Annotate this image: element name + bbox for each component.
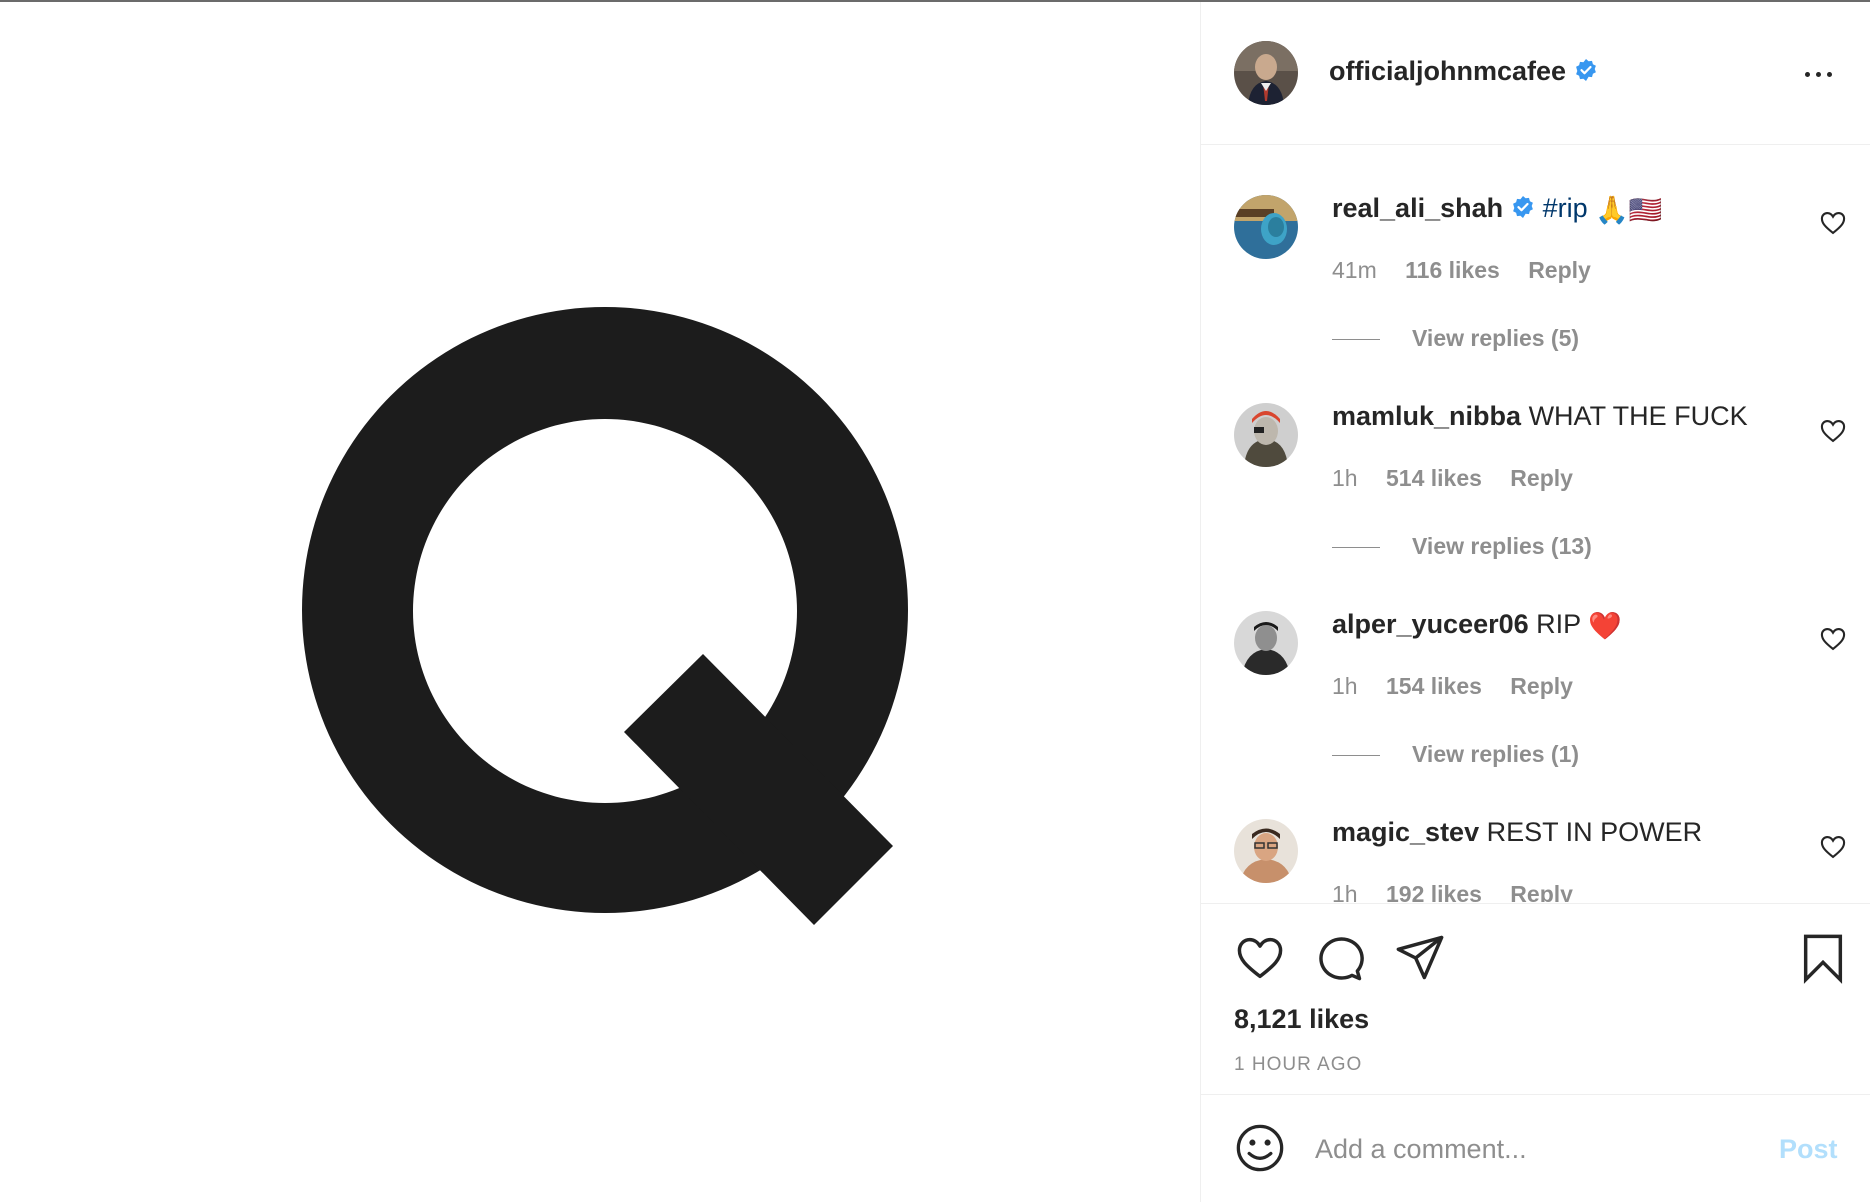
comment-likes[interactable]: 154 likes: [1386, 673, 1482, 699]
q-logo-image: [302, 307, 909, 925]
comment-likes[interactable]: 192 likes: [1386, 881, 1482, 902]
comment-reply-button[interactable]: Reply: [1510, 673, 1573, 699]
post-side-panel: officialjohnmcafee real_ali_shah #rip 🙏🇺…: [1200, 2, 1870, 1202]
replies-divider: [1332, 755, 1380, 757]
comment-emoji: ❤️: [1588, 610, 1622, 641]
add-comment-form: Post: [1201, 1094, 1870, 1202]
post-image[interactable]: Q: [0, 2, 1200, 1202]
comment-time[interactable]: 1h: [1332, 673, 1358, 699]
comment-time[interactable]: 41m: [1332, 257, 1377, 283]
comment-time[interactable]: 1h: [1332, 881, 1358, 902]
replies-divider: [1332, 547, 1380, 549]
comment-meta: 1h 192 likes Reply: [1332, 881, 1595, 902]
comment-reply-button[interactable]: Reply: [1528, 257, 1591, 283]
comment-username[interactable]: magic_stev: [1332, 817, 1479, 847]
comment-text-line: magic_stev REST IN POWER: [1332, 817, 1702, 848]
comment-meta: 41m 116 likes Reply: [1332, 257, 1613, 284]
comment-emoji: 🙏🇺🇸: [1595, 194, 1663, 225]
author-username[interactable]: officialjohnmcafee: [1329, 56, 1598, 87]
comment-reply-button[interactable]: Reply: [1510, 465, 1573, 491]
verified-badge-icon: [1513, 195, 1534, 218]
post-timestamp[interactable]: 1 HOUR AGO: [1234, 1054, 1362, 1076]
heart-icon[interactable]: [1234, 932, 1286, 984]
comment-input[interactable]: [1313, 1122, 1757, 1176]
comment-text: RIP: [1536, 609, 1581, 639]
comment-username[interactable]: alper_yuceer06: [1332, 609, 1529, 639]
emoji-icon[interactable]: [1234, 1122, 1286, 1174]
commenter-avatar[interactable]: [1234, 819, 1298, 883]
comment-like-heart-icon[interactable]: [1819, 833, 1847, 861]
view-replies-button[interactable]: View replies (5): [1332, 325, 1579, 352]
comment-item: alper_yuceer06 RIP ❤️ 1h 154 likes Reply…: [1201, 561, 1870, 769]
view-replies-button[interactable]: View replies (1): [1332, 741, 1579, 768]
comment-item: magic_stev REST IN POWER 1h 192 likes Re…: [1201, 769, 1870, 902]
comment-text-line: alper_yuceer06 RIP ❤️: [1332, 609, 1622, 642]
comment-text: REST IN POWER: [1486, 817, 1703, 847]
commenter-avatar[interactable]: [1234, 403, 1298, 467]
comment-like-heart-icon[interactable]: [1819, 209, 1847, 237]
post-likes-count[interactable]: 8,121 likes: [1234, 1004, 1369, 1035]
post-comment-button[interactable]: Post: [1779, 1134, 1838, 1165]
comment-text-line: real_ali_shah #rip 🙏🇺🇸: [1332, 193, 1662, 226]
comment-icon[interactable]: [1314, 932, 1366, 984]
comment-item: mamluk_nibba WHAT THE FUCK 1h 514 likes …: [1201, 353, 1870, 561]
share-icon[interactable]: [1394, 932, 1446, 984]
replies-divider: [1332, 339, 1380, 341]
commenter-avatar[interactable]: [1234, 195, 1298, 259]
author-avatar[interactable]: [1234, 41, 1298, 105]
comment-text: WHAT THE FUCK: [1528, 401, 1748, 431]
comment-item: real_ali_shah #rip 🙏🇺🇸 41m 116 likes Rep…: [1201, 145, 1870, 353]
comment-likes[interactable]: 514 likes: [1386, 465, 1482, 491]
comment-time[interactable]: 1h: [1332, 465, 1358, 491]
comment-reply-button[interactable]: Reply: [1510, 881, 1573, 902]
comment-text-line: mamluk_nibba WHAT THE FUCK: [1332, 401, 1748, 432]
bookmark-icon[interactable]: [1797, 932, 1849, 984]
comment-hashtag[interactable]: #rip: [1543, 193, 1588, 223]
verified-badge-icon: [1576, 58, 1596, 81]
comment-username[interactable]: mamluk_nibba: [1332, 401, 1521, 431]
post-actions: 8,121 likes 1 HOUR AGO: [1201, 903, 1870, 1095]
comment-meta: 1h 154 likes Reply: [1332, 673, 1595, 700]
comment-likes[interactable]: 116 likes: [1405, 257, 1500, 283]
comment-username[interactable]: real_ali_shah: [1332, 193, 1503, 223]
more-options-icon[interactable]: [1801, 58, 1841, 88]
comment-like-heart-icon[interactable]: [1819, 417, 1847, 445]
comment-like-heart-icon[interactable]: [1819, 625, 1847, 653]
commenter-avatar[interactable]: [1234, 611, 1298, 675]
comment-meta: 1h 514 likes Reply: [1332, 465, 1595, 492]
view-replies-button[interactable]: View replies (13): [1332, 533, 1592, 560]
comments-list[interactable]: real_ali_shah #rip 🙏🇺🇸 41m 116 likes Rep…: [1201, 145, 1870, 902]
post-header: officialjohnmcafee: [1201, 2, 1870, 145]
